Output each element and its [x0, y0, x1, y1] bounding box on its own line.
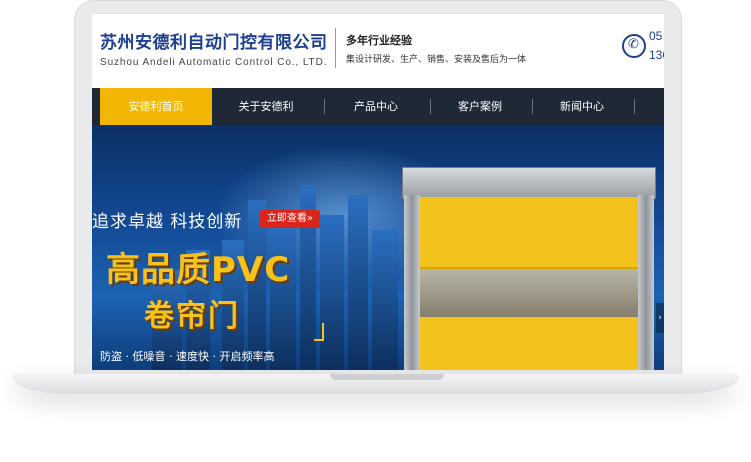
- laptop-base-notch: [330, 374, 444, 380]
- laptop-screen: 苏州安德利自动门控有限公司 Suzhou Andeli Automatic Co…: [92, 14, 664, 370]
- nav-item-news[interactable]: 新闻中心: [532, 88, 632, 125]
- nav-item-products[interactable]: 产品中心: [326, 88, 426, 125]
- decorative-bracket: [314, 323, 324, 341]
- nav-item-home[interactable]: 安德利首页: [100, 88, 212, 125]
- company-name-cn[interactable]: 苏州安德利自动门控有限公司: [100, 28, 328, 53]
- chevron-right-icon[interactable]: ›: [656, 303, 664, 333]
- banner-headline: 高品质PVC: [106, 250, 291, 290]
- door-post-right: [638, 195, 654, 370]
- banner-features: 防盗 · 低噪音 · 速度快 · 开启频率高: [100, 350, 275, 363]
- nav-separator: [324, 99, 325, 114]
- banner-subheadline: 卷帘门: [144, 299, 240, 334]
- experience-title: 多年行业经验: [346, 34, 412, 47]
- view-now-button[interactable]: 立即查看»: [260, 210, 320, 228]
- nav-item-cases[interactable]: 客户案例: [430, 88, 530, 125]
- door-window-strip: [420, 267, 638, 319]
- laptop-base: [12, 374, 739, 394]
- rolling-door-illustration: [402, 155, 664, 370]
- nav-separator: [634, 99, 635, 114]
- company-name-en: Suzhou Andeli Automatic Control Co., LTD…: [100, 57, 328, 68]
- phone-number-line-2: 136: [649, 48, 664, 62]
- hero-banner[interactable]: 追求卓越 科技创新 立即查看» 高品质PVC 卷帘门 防盗 · 低噪音 · 速度…: [92, 125, 664, 370]
- experience-subtitle: 集设计研发、生产、销售、安装及售后为一体: [346, 55, 527, 65]
- site-header: 苏州安德利自动门控有限公司 Suzhou Andeli Automatic Co…: [92, 14, 664, 87]
- skyline-building: [320, 215, 344, 370]
- banner-slogan: 追求卓越 科技创新: [92, 212, 243, 232]
- door-frame-top: [402, 167, 656, 199]
- main-nav: 安德利首页 关于安德利 产品中心 客户案例 新闻中心: [92, 88, 664, 125]
- skyline-building: [348, 195, 368, 370]
- phone-glyph: ✆: [628, 37, 639, 52]
- skyline-building: [372, 230, 398, 370]
- door-post-left: [404, 195, 420, 370]
- door-panel-lower: [420, 317, 638, 370]
- phone-number-line-1: 05: [649, 29, 663, 43]
- phone-icon: ✆: [622, 34, 646, 58]
- header-divider: [335, 28, 336, 68]
- nav-item-about[interactable]: 关于安德利: [216, 88, 316, 125]
- door-panel-upper: [420, 197, 638, 267]
